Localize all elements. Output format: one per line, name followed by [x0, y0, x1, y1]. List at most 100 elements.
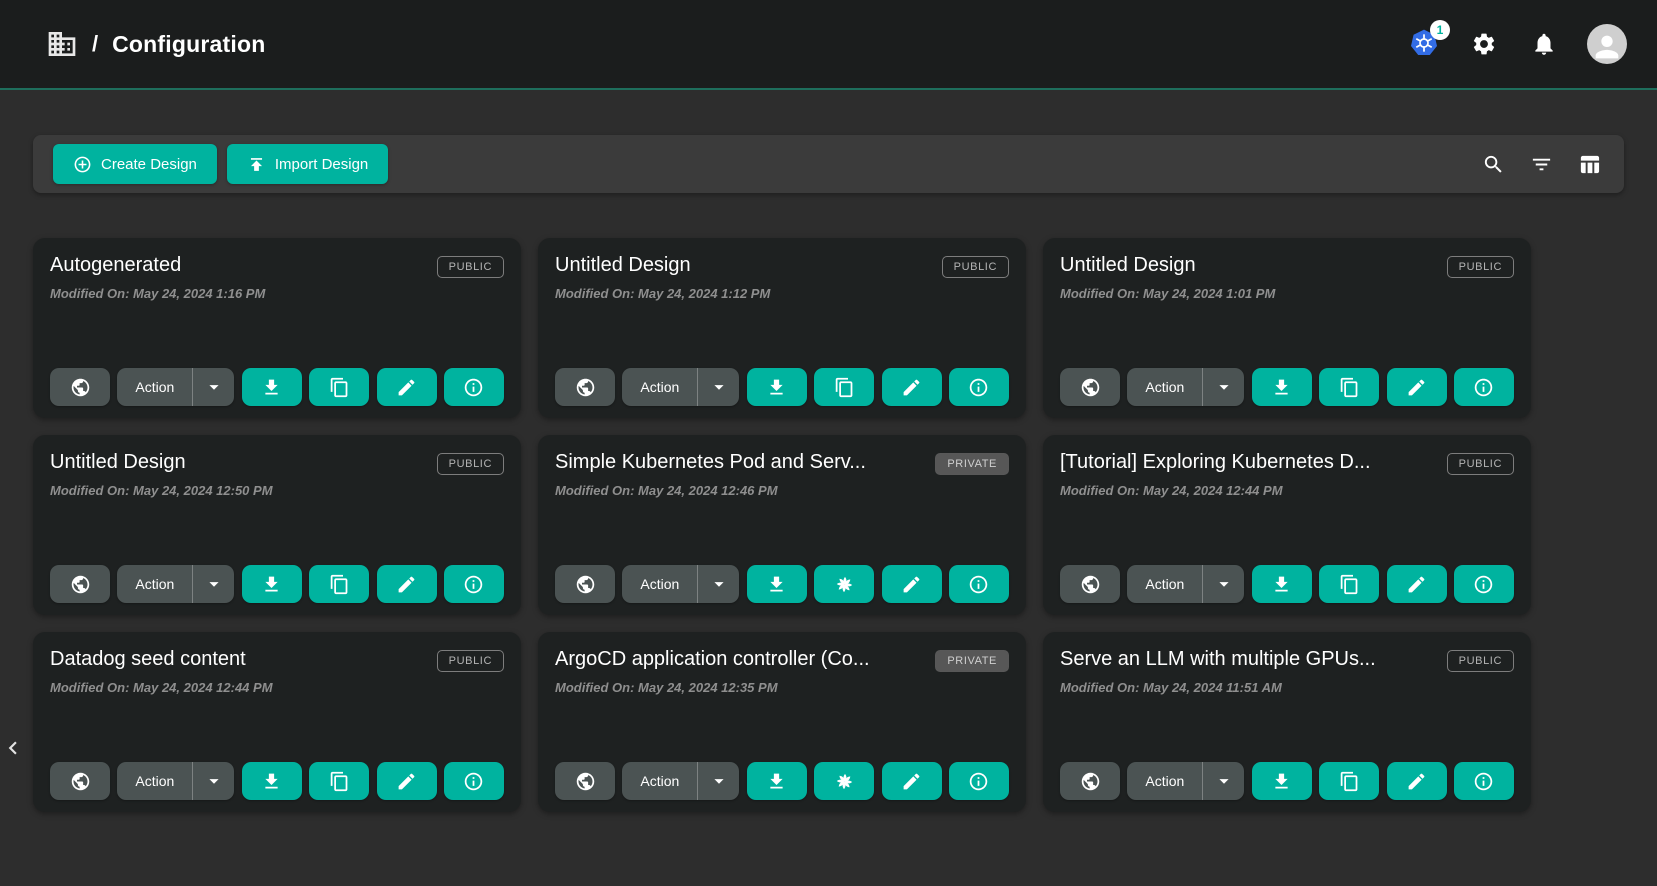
- clone-button[interactable]: [1319, 565, 1379, 603]
- chevron-down-icon: [203, 573, 225, 595]
- download-icon: [261, 771, 282, 792]
- download-button[interactable]: [242, 368, 302, 406]
- edit-button[interactable]: [1387, 368, 1447, 406]
- action-dropdown-button[interactable]: [192, 565, 234, 603]
- visibility-globe-button[interactable]: [1060, 368, 1120, 406]
- card-actions: Action: [555, 368, 1009, 406]
- table-view-button[interactable]: [1572, 147, 1606, 181]
- copy-icon: [329, 574, 350, 595]
- download-button[interactable]: [747, 368, 807, 406]
- action-button-label: Action: [135, 379, 174, 395]
- pencil-icon: [1406, 771, 1427, 792]
- action-dropdown-button[interactable]: [1202, 762, 1244, 800]
- filter-button[interactable]: [1524, 147, 1558, 181]
- action-button[interactable]: Action: [117, 565, 192, 603]
- info-button[interactable]: [444, 565, 504, 603]
- info-icon: [1473, 771, 1494, 792]
- action-button[interactable]: Action: [117, 368, 192, 406]
- card-actions: Action: [50, 368, 504, 406]
- pencil-icon: [901, 771, 922, 792]
- visibility-globe-button[interactable]: [1060, 762, 1120, 800]
- search-button[interactable]: [1476, 147, 1510, 181]
- info-button[interactable]: [949, 368, 1009, 406]
- download-icon: [766, 377, 787, 398]
- visibility-globe-button[interactable]: [555, 762, 615, 800]
- info-button[interactable]: [1454, 762, 1514, 800]
- visibility-globe-button[interactable]: [555, 368, 615, 406]
- action-split-button: Action: [117, 762, 234, 800]
- clone-button[interactable]: [1319, 368, 1379, 406]
- visibility-globe-button[interactable]: [555, 565, 615, 603]
- action-button[interactable]: Action: [622, 565, 697, 603]
- import-design-button[interactable]: Import Design: [227, 144, 388, 184]
- action-dropdown-button[interactable]: [192, 368, 234, 406]
- info-button[interactable]: [444, 368, 504, 406]
- edit-button[interactable]: [377, 762, 437, 800]
- clone-button[interactable]: [814, 565, 874, 603]
- download-button[interactable]: [242, 565, 302, 603]
- edit-button[interactable]: [377, 368, 437, 406]
- info-button[interactable]: [949, 762, 1009, 800]
- edit-button[interactable]: [882, 565, 942, 603]
- visibility-globe-button[interactable]: [50, 368, 110, 406]
- edit-button[interactable]: [882, 762, 942, 800]
- create-design-button[interactable]: Create Design: [53, 144, 217, 184]
- info-button[interactable]: [949, 565, 1009, 603]
- visibility-globe-button[interactable]: [50, 762, 110, 800]
- download-button[interactable]: [747, 762, 807, 800]
- clone-button[interactable]: [309, 762, 369, 800]
- edit-button[interactable]: [1387, 565, 1447, 603]
- visibility-globe-button[interactable]: [50, 565, 110, 603]
- kubernetes-context-button[interactable]: 1: [1407, 27, 1441, 61]
- info-button[interactable]: [1454, 368, 1514, 406]
- action-button[interactable]: Action: [622, 368, 697, 406]
- copy-icon: [329, 377, 350, 398]
- action-dropdown-button[interactable]: [192, 762, 234, 800]
- clone-button[interactable]: [1319, 762, 1379, 800]
- download-button[interactable]: [1252, 565, 1312, 603]
- download-button[interactable]: [1252, 762, 1312, 800]
- action-split-button: Action: [117, 565, 234, 603]
- download-button[interactable]: [1252, 368, 1312, 406]
- action-button[interactable]: Action: [622, 762, 697, 800]
- action-dropdown-button[interactable]: [697, 368, 739, 406]
- notifications-button[interactable]: [1527, 27, 1561, 61]
- settings-button[interactable]: [1467, 27, 1501, 61]
- clone-button[interactable]: [309, 368, 369, 406]
- clone-button[interactable]: [814, 762, 874, 800]
- edit-button[interactable]: [882, 368, 942, 406]
- modified-on: Modified On: May 24, 2024 1:12 PM: [555, 286, 1009, 301]
- action-dropdown-button[interactable]: [1202, 368, 1244, 406]
- action-button[interactable]: Action: [1127, 368, 1202, 406]
- edit-button[interactable]: [1387, 762, 1447, 800]
- action-dropdown-button[interactable]: [697, 565, 739, 603]
- globe-icon: [70, 574, 91, 595]
- visibility-globe-button[interactable]: [1060, 565, 1120, 603]
- edit-button[interactable]: [377, 565, 437, 603]
- info-icon: [1473, 574, 1494, 595]
- modified-on: Modified On: May 24, 2024 12:50 PM: [50, 483, 504, 498]
- pencil-icon: [901, 574, 922, 595]
- action-dropdown-button[interactable]: [697, 762, 739, 800]
- action-dropdown-button[interactable]: [1202, 565, 1244, 603]
- download-icon: [261, 377, 282, 398]
- card-header: Autogenerated PUBLIC: [50, 254, 504, 278]
- bell-icon: [1531, 31, 1557, 57]
- user-avatar-button[interactable]: [1587, 24, 1627, 64]
- sidebar-expand-button[interactable]: [0, 733, 26, 763]
- info-button[interactable]: [444, 762, 504, 800]
- action-button[interactable]: Action: [1127, 565, 1202, 603]
- action-button[interactable]: Action: [117, 762, 192, 800]
- action-button[interactable]: Action: [1127, 762, 1202, 800]
- download-button[interactable]: [242, 762, 302, 800]
- action-split-button: Action: [1127, 368, 1244, 406]
- create-design-label: Create Design: [101, 156, 197, 173]
- download-button[interactable]: [747, 565, 807, 603]
- card-header: ArgoCD application controller (Co... PRI…: [555, 648, 1009, 672]
- design-card: Untitled Design PUBLIC Modified On: May …: [1043, 238, 1531, 418]
- organization-building-icon[interactable]: [46, 28, 78, 60]
- clone-button[interactable]: [309, 565, 369, 603]
- clone-button[interactable]: [814, 368, 874, 406]
- design-card: Untitled Design PUBLIC Modified On: May …: [33, 435, 521, 615]
- info-button[interactable]: [1454, 565, 1514, 603]
